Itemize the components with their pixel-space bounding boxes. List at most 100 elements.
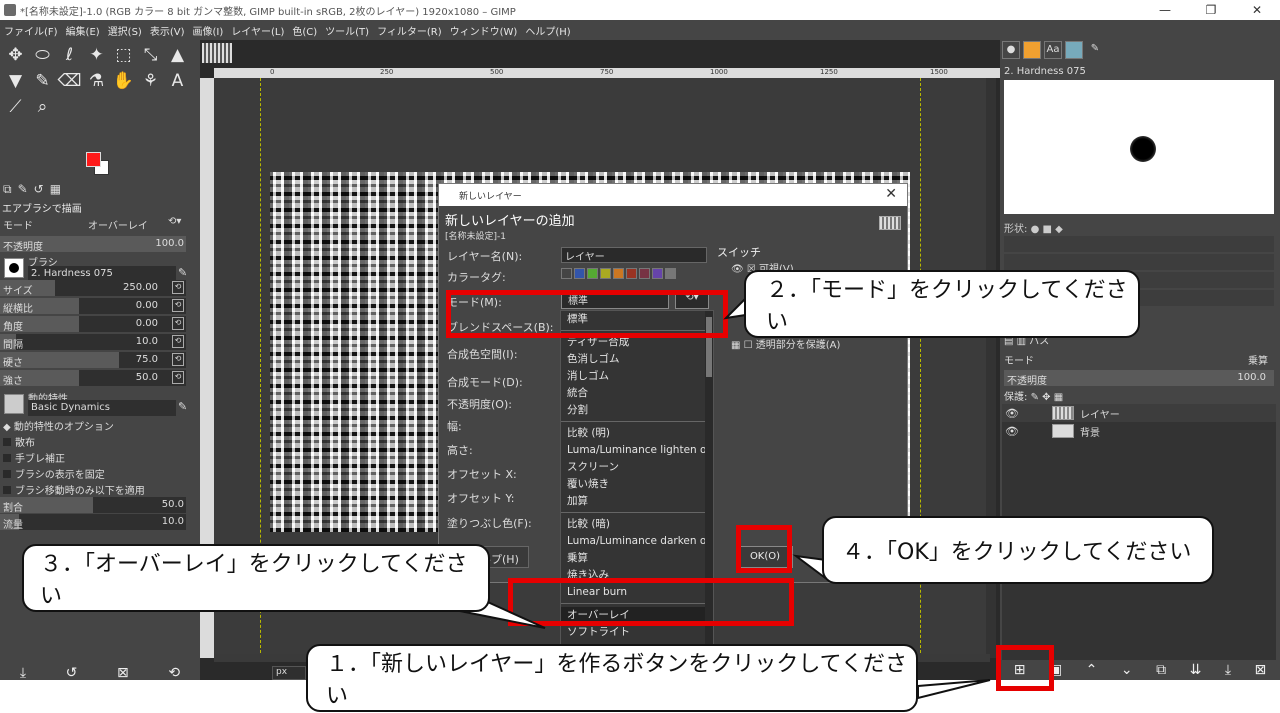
dynamics-options-expander[interactable]: ◆ 動的特性のオプション: [3, 418, 114, 433]
edit-brush-icon[interactable]: ✎: [178, 266, 187, 279]
crop-icon[interactable]: ⬚: [110, 42, 137, 68]
delete-layer-icon[interactable]: ⊠: [1255, 662, 1267, 678]
chain-icon[interactable]: ⟲: [172, 281, 184, 294]
close-window-button[interactable]: ✕: [1234, 0, 1280, 20]
color-swatches[interactable]: [84, 150, 114, 180]
flow-slider[interactable]: 流量 10.0: [0, 514, 186, 531]
menu-windows[interactable]: ウィンドウ(W): [450, 23, 518, 38]
clone-icon[interactable]: ⚗: [83, 68, 110, 94]
chain-icon[interactable]: ⟲: [172, 317, 184, 330]
color-tag-swatch[interactable]: [665, 268, 676, 279]
tool-slider[interactable]: 強さ 50.0 ⟲: [0, 370, 186, 387]
paintbrush-tab-icon[interactable]: ✎: [1086, 41, 1104, 59]
menu-help[interactable]: ヘルプ(H): [525, 23, 570, 38]
color-tag-none[interactable]: [561, 268, 572, 279]
color-tag-swatch[interactable]: [613, 268, 624, 279]
tool-slider[interactable]: サイズ 250.00 ⟲: [0, 280, 186, 297]
mode-option[interactable]: 加算: [561, 493, 713, 510]
lock-alpha-icon[interactable]: ▦: [1054, 392, 1063, 403]
color-tag-swatch[interactable]: [574, 268, 585, 279]
layer-mode-value[interactable]: 乗算: [1248, 352, 1268, 367]
shape-circle-icon[interactable]: ●: [1031, 224, 1043, 235]
mode-option[interactable]: 乗算: [561, 550, 713, 567]
rate-slider[interactable]: 割合 50.0: [0, 497, 186, 514]
color-tag-swatch[interactable]: [626, 268, 637, 279]
images-tab-icon[interactable]: ▦: [50, 182, 61, 200]
color-tag-swatch[interactable]: [600, 268, 611, 279]
color-tag-swatch[interactable]: [639, 268, 650, 279]
airbrush-icon[interactable]: ✎: [29, 68, 56, 94]
mode-option[interactable]: 覆い焼き: [561, 476, 713, 493]
tool-slider[interactable]: 角度 0.00 ⟲: [0, 316, 186, 333]
smudge-icon[interactable]: ✋: [110, 68, 137, 94]
fuzzy-select-icon[interactable]: ✦: [83, 42, 110, 68]
layer-opacity-slider[interactable]: 不透明度 100.0: [1004, 370, 1274, 387]
chain-icon[interactable]: ⟲: [172, 299, 184, 312]
eraser-icon[interactable]: ⌫: [56, 68, 83, 94]
chain-icon[interactable]: ⟲: [172, 371, 184, 384]
merge-layer-icon[interactable]: ⤓: [1225, 662, 1231, 678]
shape-square-icon[interactable]: ■: [1042, 224, 1055, 235]
menu-edit[interactable]: 編集(E): [66, 23, 100, 38]
transform-icon[interactable]: ⤡: [137, 42, 164, 68]
mode-option[interactable]: スクリーン: [561, 459, 713, 476]
color-tag-swatch[interactable]: [587, 268, 598, 279]
chain-icon[interactable]: ⟲: [172, 335, 184, 348]
menu-image[interactable]: 画像(I): [193, 23, 224, 38]
menu-colors[interactable]: 色(C): [292, 23, 317, 38]
mode-option[interactable]: Luma/Luminance darken only: [561, 533, 713, 550]
tool-mode-row[interactable]: モード オーバーレイ ⟲▾: [0, 215, 198, 232]
mode-option[interactable]: 分割: [561, 402, 713, 419]
mode-option[interactable]: 色消しゴム: [561, 351, 713, 368]
lower-layer-icon[interactable]: ⌄: [1121, 662, 1133, 678]
protect-alpha-switch[interactable]: ▦ ☐ 透明部分を保護(A): [731, 336, 840, 351]
dodge-icon[interactable]: ⚘: [137, 68, 164, 94]
reset-options-icon[interactable]: ⟲: [168, 665, 180, 681]
lock-position-icon[interactable]: ✥: [1042, 392, 1054, 403]
scatter-checkbox[interactable]: 散布: [3, 434, 35, 449]
brush-preview[interactable]: [1004, 80, 1274, 214]
lock-brush-checkbox[interactable]: ブラシの表示を固定: [3, 466, 105, 481]
layer-row-background[interactable]: 👁 背景: [1002, 422, 1276, 440]
color-picker-icon[interactable]: ⟋: [2, 94, 29, 120]
restore-options-icon[interactable]: ↺: [66, 665, 78, 681]
save-options-icon[interactable]: ⤓: [20, 665, 26, 681]
patterns-tab-icon[interactable]: [1023, 41, 1041, 59]
menu-file[interactable]: ファイル(F): [4, 23, 58, 38]
warp-icon[interactable]: ▲: [164, 42, 191, 68]
delete-options-icon[interactable]: ⊠: [117, 665, 129, 681]
tool-mode-value[interactable]: オーバーレイ: [88, 217, 148, 232]
anchor-layer-icon[interactable]: ⇊: [1190, 662, 1202, 678]
mode-option[interactable]: 比較 (明): [561, 425, 713, 442]
duplicate-layer-icon[interactable]: ⧉: [1156, 662, 1166, 678]
tool-slider[interactable]: 縦横比 0.00 ⟲: [0, 298, 186, 315]
maximize-button[interactable]: ❐: [1188, 0, 1234, 20]
tool-slider[interactable]: 硬さ 75.0 ⟲: [0, 352, 186, 369]
unit-select[interactable]: px: [272, 666, 306, 680]
menu-filters[interactable]: フィルター(R): [377, 23, 442, 38]
move-icon[interactable]: ✥: [2, 42, 29, 68]
text-icon[interactable]: A: [164, 68, 191, 94]
lasso-icon[interactable]: ℓ: [56, 42, 83, 68]
foreground-color-swatch[interactable]: [86, 152, 101, 167]
layer-row-layer[interactable]: 👁 レイヤー: [1002, 404, 1276, 422]
device-status-tab-icon[interactable]: ✎: [18, 182, 28, 200]
menu-select[interactable]: 選択(S): [108, 23, 142, 38]
zoom-icon[interactable]: ⌕: [29, 94, 56, 120]
brushes-tab-icon[interactable]: ●: [1002, 41, 1020, 59]
ellipse-select-icon[interactable]: ⬭: [29, 42, 56, 68]
dynamics-thumbnail[interactable]: [4, 394, 24, 414]
menu-layer[interactable]: レイヤー(L): [231, 23, 284, 38]
menu-view[interactable]: 表示(V): [150, 23, 185, 38]
mode-option[interactable]: 比較 (暗): [561, 516, 713, 533]
minimize-button[interactable]: —: [1142, 0, 1188, 20]
edit-dynamics-icon[interactable]: ✎: [178, 400, 187, 413]
layer-name-input[interactable]: レイヤー: [561, 247, 707, 263]
fonts-tab-icon[interactable]: Aa: [1044, 41, 1062, 59]
visibility-eye-icon[interactable]: 👁: [1002, 425, 1022, 438]
document-history-tab-icon[interactable]: [1065, 41, 1083, 59]
shape-diamond-icon[interactable]: ◆: [1055, 224, 1063, 235]
motion-only-checkbox[interactable]: ブラシ移動時のみ以下を適用: [3, 482, 145, 497]
mode-option[interactable]: 消しゴム: [561, 368, 713, 385]
color-tag-swatch[interactable]: [652, 268, 663, 279]
